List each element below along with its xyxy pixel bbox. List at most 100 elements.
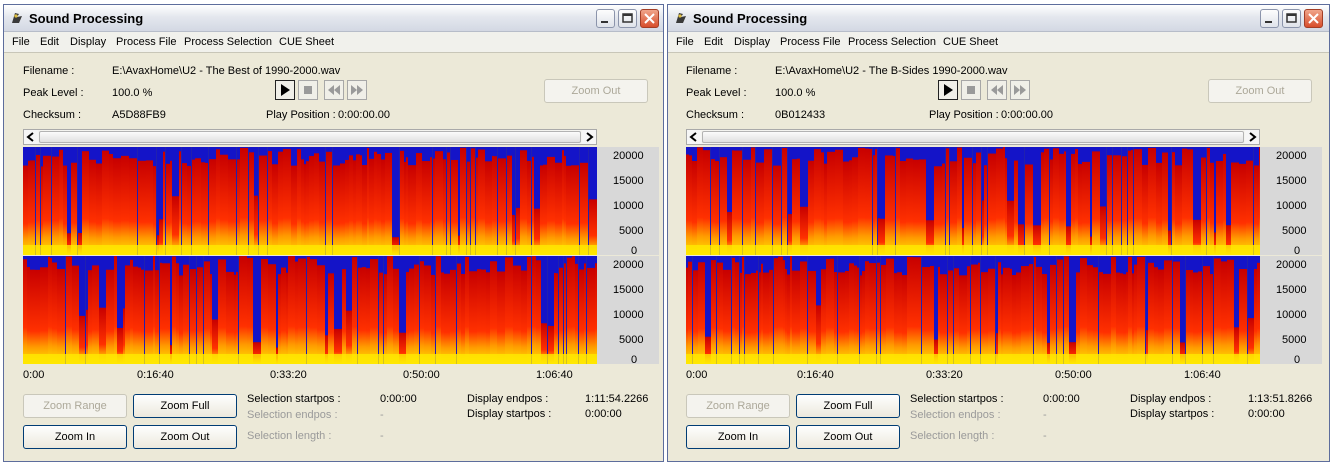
freq-tick: 0 bbox=[631, 354, 638, 366]
close-button[interactable] bbox=[1304, 9, 1323, 28]
time-tick: 0:50:00 bbox=[403, 369, 440, 381]
menu-process-selection[interactable]: Process Selection bbox=[848, 36, 936, 48]
fast-forward-icon bbox=[351, 85, 363, 95]
menu-process-selection[interactable]: Process Selection bbox=[184, 36, 272, 48]
menu-display[interactable]: Display bbox=[70, 36, 106, 48]
close-button[interactable] bbox=[640, 9, 659, 28]
stop-button[interactable] bbox=[298, 80, 318, 100]
selection-length-value: - bbox=[1043, 430, 1047, 442]
window-title: Sound Processing bbox=[29, 11, 144, 26]
zoom-out-top-button[interactable]: Zoom Out bbox=[544, 79, 648, 103]
spectrogram-left-channel[interactable] bbox=[23, 147, 597, 255]
menu-file[interactable]: File bbox=[676, 36, 694, 48]
freq-tick: 10000 bbox=[1276, 309, 1307, 321]
menu-bar: File Edit Display Process File Process S… bbox=[4, 32, 663, 53]
zoom-out-top-button[interactable]: Zoom Out bbox=[1208, 79, 1312, 103]
scroll-right-button[interactable] bbox=[1245, 130, 1259, 144]
frequency-axis-bottom: 20000 15000 10000 5000 0 bbox=[1260, 256, 1322, 366]
selection-endpos-value: - bbox=[380, 409, 384, 421]
title-bar[interactable]: Sound Processing bbox=[668, 5, 1329, 32]
minimize-icon bbox=[1265, 21, 1272, 23]
time-axis: 0:00 0:16:40 0:33:20 0:50:00 1:06:40 bbox=[686, 369, 1266, 387]
rewind-icon bbox=[991, 85, 1003, 95]
fast-forward-button[interactable] bbox=[347, 80, 367, 100]
maximize-button[interactable] bbox=[618, 9, 637, 28]
scroll-thumb[interactable] bbox=[702, 131, 1244, 143]
zoom-full-button[interactable]: Zoom Full bbox=[796, 394, 900, 418]
menu-file[interactable]: File bbox=[12, 36, 30, 48]
scroll-thumb[interactable] bbox=[39, 131, 581, 143]
menu-process-file[interactable]: Process File bbox=[116, 36, 177, 48]
scroll-right-button[interactable] bbox=[582, 130, 596, 144]
time-tick: 0:33:20 bbox=[270, 369, 307, 381]
spectrogram-right-channel[interactable] bbox=[23, 256, 597, 364]
play-button[interactable] bbox=[938, 80, 958, 100]
title-bar[interactable]: Sound Processing bbox=[4, 5, 663, 32]
freq-tick: 20000 bbox=[1276, 150, 1307, 162]
stop-button[interactable] bbox=[961, 80, 981, 100]
freq-tick: 5000 bbox=[1282, 334, 1307, 346]
filename-value: E:\AvaxHome\U2 - The B-Sides 1990-2000.w… bbox=[775, 65, 1008, 77]
filename-label: Filename : bbox=[23, 65, 75, 77]
zoom-out-button[interactable]: Zoom Out bbox=[133, 425, 237, 449]
display-endpos-value: 1:11:54.2266 bbox=[585, 393, 649, 405]
minimize-button[interactable] bbox=[1260, 9, 1279, 28]
sound-processing-window-1: Sound Processing File Edit Display Proce… bbox=[3, 4, 664, 462]
rewind-button[interactable] bbox=[987, 80, 1007, 100]
maximize-button[interactable] bbox=[1282, 9, 1301, 28]
rewind-button[interactable] bbox=[324, 80, 344, 100]
play-button[interactable] bbox=[275, 80, 295, 100]
stop-icon bbox=[967, 86, 975, 94]
selection-startpos-label: Selection startpos : bbox=[247, 393, 341, 405]
menu-edit[interactable]: Edit bbox=[704, 36, 723, 48]
freq-tick: 5000 bbox=[619, 334, 644, 346]
freq-tick: 5000 bbox=[1282, 225, 1307, 237]
app-icon bbox=[676, 13, 686, 23]
scroll-left-button[interactable] bbox=[24, 130, 38, 144]
sound-processing-window-2: Sound Processing File Edit Display Proce… bbox=[667, 4, 1330, 462]
display-endpos-label: Display endpos : bbox=[467, 393, 549, 405]
menu-display[interactable]: Display bbox=[734, 36, 770, 48]
peak-level-value: 100.0 % bbox=[112, 87, 153, 99]
scroll-left-button[interactable] bbox=[687, 130, 701, 144]
zoom-range-button[interactable]: Zoom Range bbox=[686, 394, 790, 418]
play-position-label: Play Position : bbox=[929, 109, 999, 121]
freq-tick: 10000 bbox=[613, 309, 644, 321]
zoom-range-button[interactable]: Zoom Range bbox=[23, 394, 127, 418]
minimize-button[interactable] bbox=[596, 9, 615, 28]
frequency-axis-top: 20000 15000 10000 5000 0 bbox=[597, 147, 659, 257]
menu-cue-sheet[interactable]: CUE Sheet bbox=[943, 36, 998, 48]
zoom-out-button[interactable]: Zoom Out bbox=[796, 425, 900, 449]
stop-icon bbox=[304, 86, 312, 94]
play-icon bbox=[944, 84, 953, 96]
peak-level-label: Peak Level : bbox=[23, 87, 84, 99]
peak-level-label: Peak Level : bbox=[686, 87, 747, 99]
scroll-left-icon bbox=[689, 132, 697, 142]
time-tick: 0:33:20 bbox=[926, 369, 963, 381]
zoom-full-button[interactable]: Zoom Full bbox=[133, 394, 237, 418]
horizontal-scrollbar[interactable] bbox=[23, 129, 597, 145]
selection-endpos-label: Selection endpos : bbox=[247, 409, 338, 421]
horizontal-scrollbar[interactable] bbox=[686, 129, 1260, 145]
menu-edit[interactable]: Edit bbox=[40, 36, 59, 48]
time-axis: 0:00 0:16:40 0:33:20 0:50:00 1:06:40 bbox=[23, 369, 603, 387]
selection-startpos-label: Selection startpos : bbox=[910, 393, 1004, 405]
time-tick: 0:16:40 bbox=[137, 369, 174, 381]
display-startpos-label: Display startpos : bbox=[467, 408, 552, 420]
fast-forward-button[interactable] bbox=[1010, 80, 1030, 100]
menu-process-file[interactable]: Process File bbox=[780, 36, 841, 48]
freq-tick: 10000 bbox=[1276, 200, 1307, 212]
menu-cue-sheet[interactable]: CUE Sheet bbox=[279, 36, 334, 48]
freq-tick: 10000 bbox=[613, 200, 644, 212]
display-startpos-value: 0:00:00 bbox=[1248, 408, 1285, 420]
spectrogram-right-channel[interactable] bbox=[686, 256, 1260, 364]
scroll-left-icon bbox=[26, 132, 34, 142]
zoom-in-button[interactable]: Zoom In bbox=[686, 425, 790, 449]
freq-tick: 5000 bbox=[619, 225, 644, 237]
checksum-value: A5D88FB9 bbox=[112, 109, 166, 121]
spectrogram-left-channel[interactable] bbox=[686, 147, 1260, 255]
scroll-right-icon bbox=[1249, 132, 1257, 142]
close-icon bbox=[644, 13, 655, 24]
window-title: Sound Processing bbox=[693, 11, 808, 26]
zoom-in-button[interactable]: Zoom In bbox=[23, 425, 127, 449]
